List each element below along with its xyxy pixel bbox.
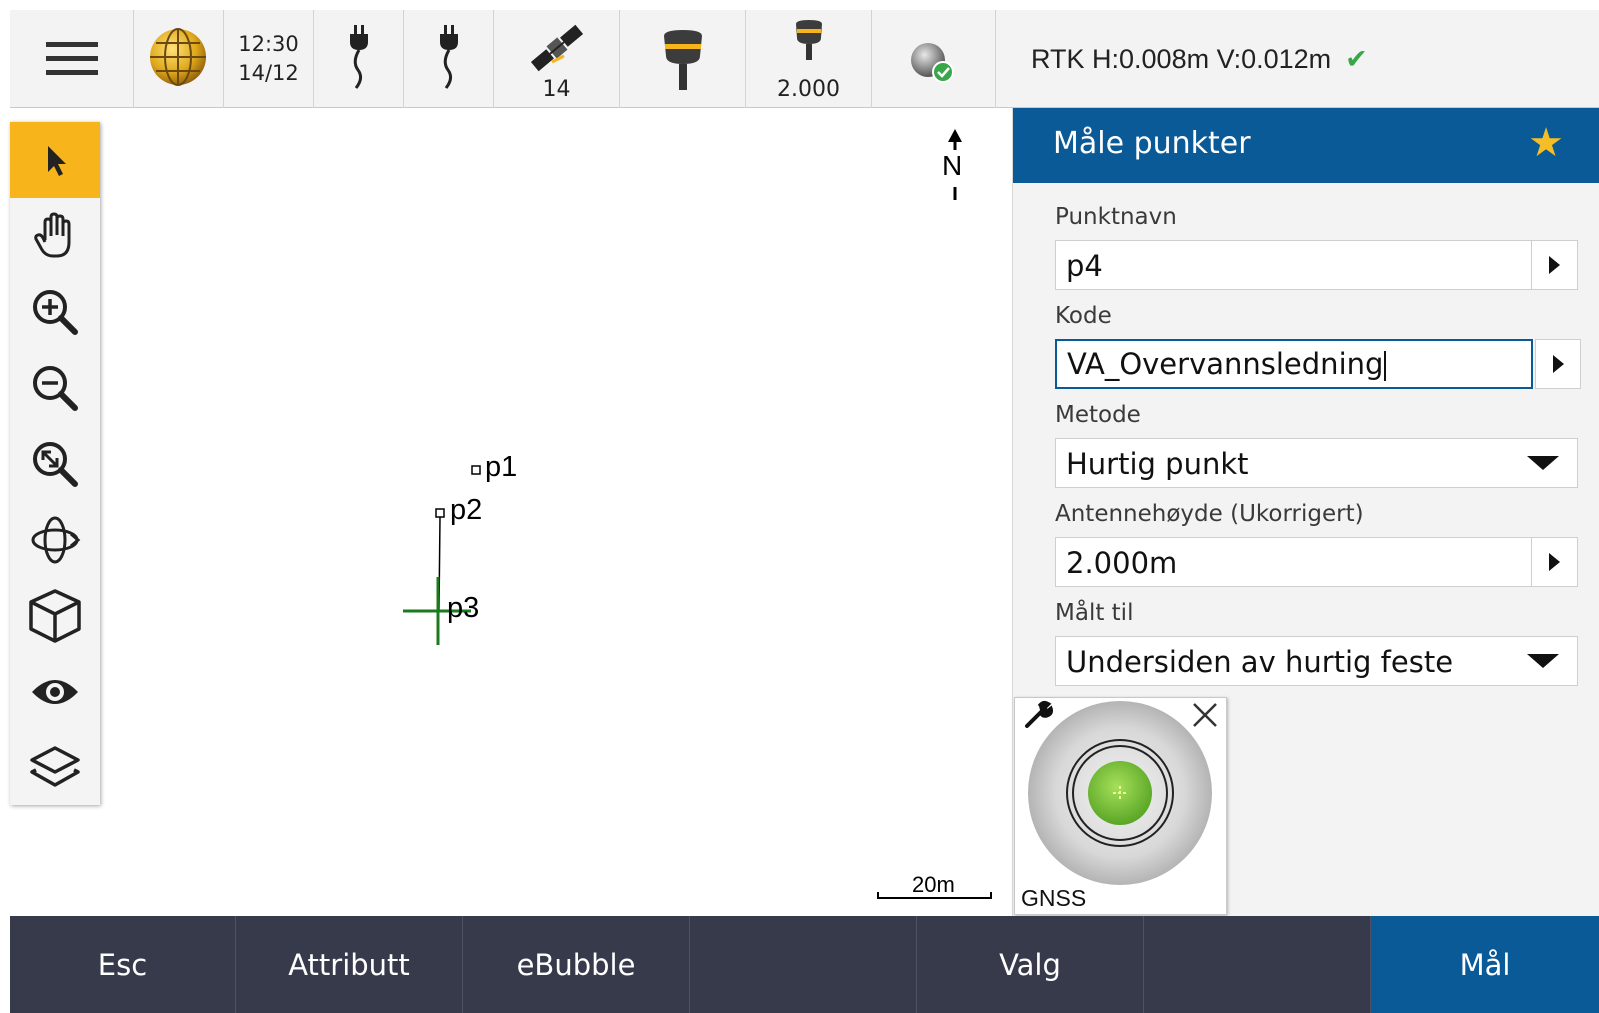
zoom-in-icon <box>33 290 78 335</box>
metode-dropdown[interactable]: Hurtig punkt <box>1055 438 1578 488</box>
mal-button[interactable]: Mål <box>1371 916 1599 1013</box>
favorite-star-icon[interactable]: ★ <box>1528 123 1564 163</box>
scale-label: 20m <box>912 872 955 897</box>
close-icon[interactable] <box>1188 698 1222 732</box>
ebubble-button[interactable]: eBubble <box>463 916 690 1013</box>
punktnavn-label: Punktnavn <box>1055 204 1177 230</box>
panel-header: Måle punkter ★ <box>1013 108 1599 183</box>
zoom-extents-button[interactable] <box>10 426 100 502</box>
malt-til-value: Undersiden av hurtig feste <box>1066 645 1454 679</box>
attributt-button[interactable]: Attributt <box>236 916 463 1013</box>
check-icon: ✔ <box>1345 43 1368 74</box>
orbit-icon <box>31 516 81 564</box>
panel-title: Måle punkter <box>1053 126 1251 161</box>
zoom-out-icon <box>33 366 78 411</box>
kode-popup-button[interactable] <box>1535 339 1581 389</box>
3d-view-button[interactable] <box>10 578 100 654</box>
kode-label: Kode <box>1055 303 1112 329</box>
cube-icon <box>29 589 81 643</box>
precision-text: RTK H:0.008m V:0.012m <box>1031 43 1332 74</box>
hand-icon <box>34 212 71 258</box>
orbit-button[interactable] <box>10 502 100 578</box>
punktnavn-field[interactable]: p4 <box>1055 240 1578 290</box>
valg-button[interactable]: Valg <box>917 916 1144 1013</box>
zoom-in-button[interactable] <box>10 274 100 350</box>
ebubble-window[interactable]: GNSS <box>1014 697 1227 915</box>
metode-value: Hurtig punkt <box>1066 447 1249 481</box>
punktnavn-popup-button[interactable] <box>1531 241 1577 289</box>
point-marker-p1[interactable] <box>471 465 481 475</box>
softkey-bar: Esc Attributt eBubble Valg Mål <box>10 916 1599 1013</box>
antennehoyde-value[interactable]: 2.000m <box>1066 546 1177 580</box>
kode-value-text: VA_Overvannsledning <box>1067 347 1384 381</box>
map-toolbar <box>10 122 100 805</box>
eye-icon <box>32 680 78 704</box>
point-marker-p2[interactable] <box>435 508 445 518</box>
metode-label: Metode <box>1055 402 1141 428</box>
point-label-p2[interactable]: p2 <box>450 494 482 527</box>
pointer-arrow-icon <box>48 146 66 176</box>
dropdown-arrow-icon <box>1527 456 1559 470</box>
wrench-icon[interactable] <box>1021 698 1057 732</box>
layers-button[interactable] <box>10 730 100 806</box>
point-label-p1[interactable]: p1 <box>485 451 517 484</box>
esc-button[interactable]: Esc <box>10 916 236 1013</box>
punktnavn-value[interactable]: p4 <box>1066 249 1103 283</box>
antennehoyde-popup-button[interactable] <box>1531 538 1577 586</box>
kode-value[interactable]: VA_Overvannsledning <box>1067 347 1387 381</box>
north-label: N <box>942 150 963 181</box>
pan-tool-button[interactable] <box>10 198 100 274</box>
layers-icon <box>30 746 80 787</box>
antennehoyde-label: Antennehøyde (Ukorrigert) <box>1055 501 1364 527</box>
zoom-out-button[interactable] <box>10 350 100 426</box>
point-label-p3[interactable]: p3 <box>447 592 479 625</box>
empty-softkey-2 <box>1144 916 1371 1013</box>
gnss-label: GNSS <box>1021 885 1087 911</box>
zoom-extents-icon <box>33 442 78 487</box>
empty-softkey-1 <box>690 916 917 1013</box>
malt-til-dropdown[interactable]: Undersiden av hurtig feste <box>1055 636 1578 686</box>
arrow-right-icon <box>1552 355 1564 373</box>
kode-field[interactable]: VA_Overvannsledning <box>1055 339 1533 389</box>
arrow-right-icon <box>1549 553 1560 571</box>
precision-status: RTK H:0.008m V:0.012m ✔ <box>1031 10 1368 108</box>
malt-til-label: Målt til <box>1055 600 1134 626</box>
visibility-button[interactable] <box>10 654 100 730</box>
text-caret <box>1384 351 1387 381</box>
dropdown-arrow-icon <box>1527 654 1559 668</box>
arrow-right-icon <box>1549 256 1560 274</box>
select-tool-button[interactable] <box>10 122 100 198</box>
antennehoyde-field[interactable]: 2.000m <box>1055 537 1578 587</box>
